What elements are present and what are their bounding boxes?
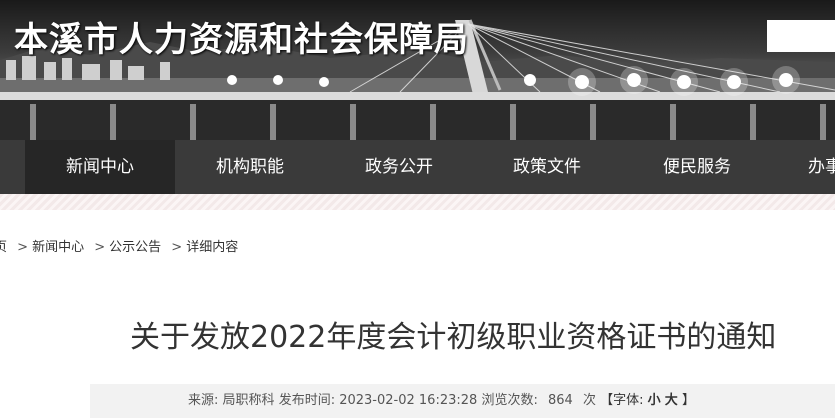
nav-item-institution[interactable]: 机构职能 <box>175 140 325 194</box>
header-banner: 本溪市人力资源和社会保障局 <box>0 0 835 140</box>
breadcrumb-separator: > <box>17 240 29 255</box>
breadcrumb-item-detail: 详细内容 <box>186 240 239 255</box>
publish-time-label: 发布时间: <box>278 393 336 408</box>
site-title: 本溪市人力资源和社会保障局 <box>14 20 469 60</box>
nav-item-news[interactable]: 新闻中心 <box>25 140 175 194</box>
font-size-close: 】 <box>681 393 695 408</box>
views-count: 864 <box>547 393 573 408</box>
decorative-stripe <box>0 194 835 210</box>
source-label: 来源: <box>188 393 219 408</box>
breadcrumb-item-news[interactable]: 新闻中心 <box>32 240 84 255</box>
nav-item-affairs[interactable]: 办事 <box>772 140 835 194</box>
breadcrumb-home[interactable]: 页 <box>0 240 7 255</box>
views-label: 浏览次数: <box>481 393 538 408</box>
nav-item-policy-files[interactable]: 政策文件 <box>472 140 622 194</box>
breadcrumb-separator: > <box>171 240 183 255</box>
source-value: 局职称科 <box>222 393 275 408</box>
font-large-button[interactable]: 大 <box>665 393 678 408</box>
breadcrumb-item-announcements[interactable]: 公示公告 <box>109 240 161 255</box>
nav-item-government-affairs[interactable]: 政务公开 <box>324 140 474 194</box>
font-small-button[interactable]: 小 <box>648 393 661 408</box>
search-input[interactable] <box>767 20 835 52</box>
nav-item-public-services[interactable]: 便民服务 <box>622 140 772 194</box>
breadcrumb: 页 > 新闻中心 > 公示公告 > 详细内容 <box>0 236 238 255</box>
publish-time-value: 2023-02-02 16:23:28 <box>339 393 478 408</box>
main-nav: 新闻中心 机构职能 政务公开 政策文件 便民服务 办事 <box>0 140 835 194</box>
article-title: 关于发放2022年度会计初级职业资格证书的通知 <box>130 320 777 355</box>
breadcrumb-separator: > <box>94 240 106 255</box>
views-unit: 次 <box>582 393 596 408</box>
font-size-open: 【字体: <box>600 393 644 408</box>
article-meta-bar: 来源: 局职称科 发布时间: 2023-02-02 16:23:28 浏览次数:… <box>90 384 835 418</box>
